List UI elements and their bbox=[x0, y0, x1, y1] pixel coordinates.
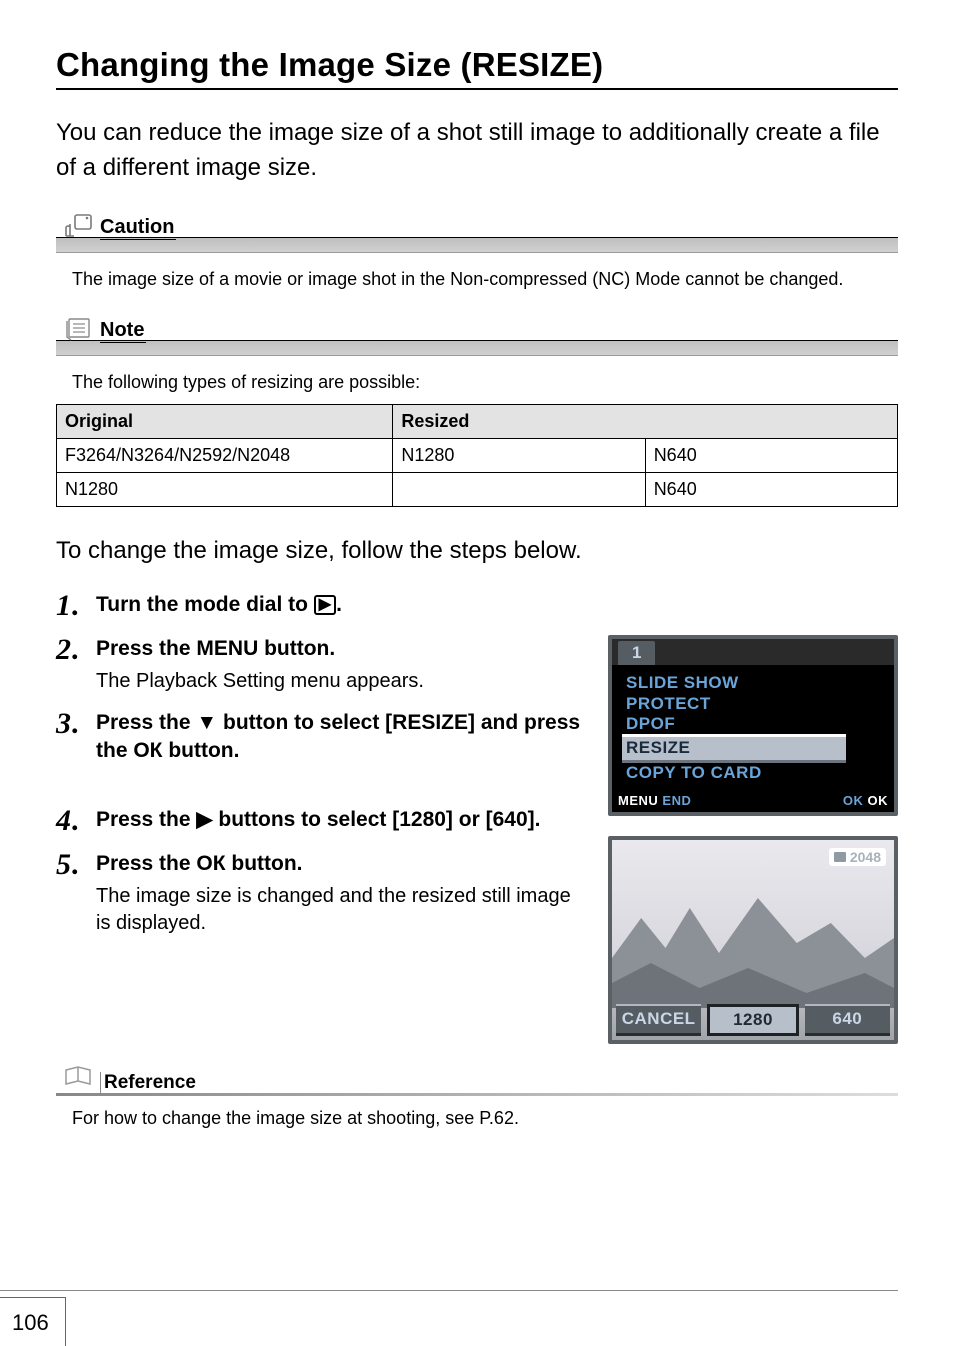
table-cell: N640 bbox=[645, 439, 897, 473]
th-original: Original bbox=[57, 405, 393, 439]
step-1: 1. Turn the mode dial to ▶. bbox=[56, 591, 898, 621]
caution-label: Caution bbox=[100, 216, 176, 240]
reference-body: For how to change the image size at shoo… bbox=[56, 1108, 898, 1129]
title-rule bbox=[56, 88, 898, 90]
lcd-footer-right: OK OK bbox=[843, 793, 888, 808]
note-label: Note bbox=[100, 319, 146, 343]
reference-icon bbox=[63, 1064, 93, 1091]
caution-bar bbox=[56, 237, 898, 253]
table-cell: N1280 bbox=[393, 439, 645, 473]
th-resized: Resized bbox=[393, 405, 898, 439]
step-3: 3. Press the ▼ button to select [RESIZE]… bbox=[56, 709, 582, 764]
caution-icon bbox=[63, 214, 93, 238]
footer-rule bbox=[0, 1290, 898, 1291]
lcd-item-resize: RESIZE bbox=[622, 734, 846, 762]
resize-table: Original Resized F3264/N3264/N2592/N2048… bbox=[56, 404, 898, 507]
lcd-footer-left: MENU END bbox=[618, 793, 843, 808]
intro-text: You can reduce the image size of a shot … bbox=[56, 116, 898, 186]
step-2: 2. Press the MENU button. The Playback S… bbox=[56, 635, 582, 695]
note-body: The following types of resizing are poss… bbox=[56, 370, 898, 394]
size-badge: 2048 bbox=[829, 848, 886, 866]
step-5: 5. Press the OК button. The image size i… bbox=[56, 850, 582, 937]
page-number: 106 bbox=[0, 1297, 66, 1346]
playback-icon: ▶ bbox=[314, 595, 336, 615]
caution-body: The image size of a movie or image shot … bbox=[56, 267, 898, 291]
note-heading: Note bbox=[56, 317, 898, 341]
table-cell: N1280 bbox=[57, 473, 393, 507]
lead-text: To change the image size, follow the ste… bbox=[56, 537, 898, 565]
lcd-item-copy: COPY TO CARD bbox=[624, 763, 886, 783]
page-title: Changing the Image Size (RESIZE) bbox=[56, 46, 898, 84]
lcd-item-protect: PROTECT bbox=[624, 694, 886, 714]
lcd-menu-screenshot: 1 SLIDE SHOW PROTECT DPOF RESIZE COPY TO… bbox=[608, 635, 898, 816]
lcd-item-dpof: DPOF bbox=[624, 714, 886, 734]
opt-640: 640 bbox=[805, 1004, 890, 1036]
table-cell: F3264/N3264/N2592/N2048 bbox=[57, 439, 393, 473]
lcd-item-slideshow: SLIDE SHOW bbox=[624, 673, 886, 693]
table-cell bbox=[393, 473, 645, 507]
table-cell: N640 bbox=[645, 473, 897, 507]
lcd-resize-screenshot: 2048 CANCEL 1280 640 bbox=[608, 836, 898, 1044]
opt-1280: 1280 bbox=[707, 1004, 798, 1036]
steps-list: 1. Turn the mode dial to ▶. bbox=[56, 591, 898, 621]
caution-heading: Caution bbox=[56, 214, 898, 238]
note-bar bbox=[56, 340, 898, 356]
lcd-tab-1: 1 bbox=[618, 641, 655, 665]
step-4: 4. Press the ▶ buttons to select [1280] … bbox=[56, 806, 582, 836]
note-icon bbox=[63, 317, 93, 341]
reference-heading: Reference bbox=[56, 1064, 898, 1091]
opt-cancel: CANCEL bbox=[616, 1004, 701, 1036]
card-icon bbox=[834, 852, 846, 862]
reference-label: Reference bbox=[100, 1072, 196, 1094]
